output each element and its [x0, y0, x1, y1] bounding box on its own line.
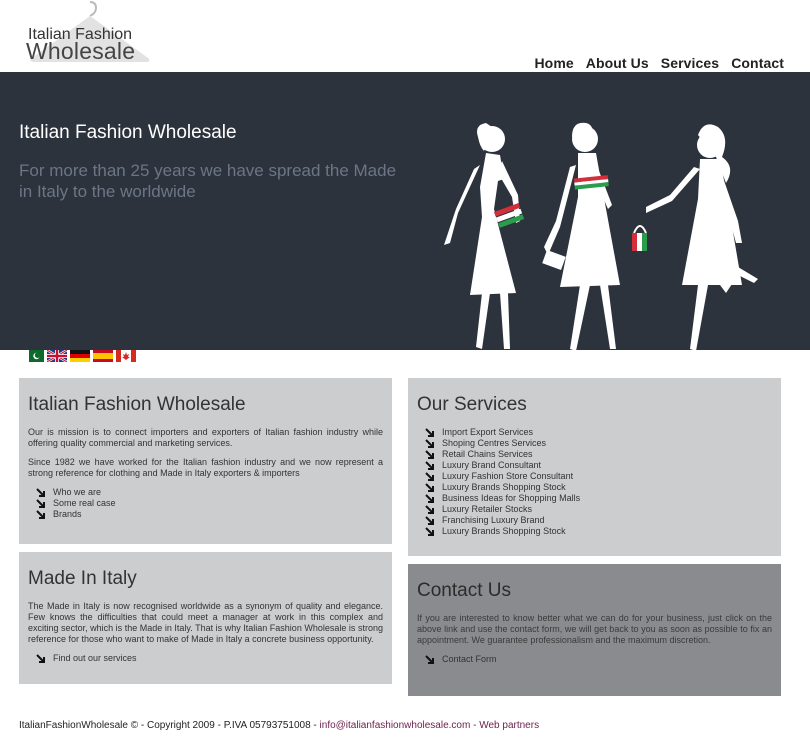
hero-subtitle: For more than 25 years we have spread th… — [19, 161, 397, 201]
contact-paragraph: If you are interested to know better wha… — [417, 613, 772, 645]
arrow-down-right-icon — [425, 654, 434, 664]
arrow-down-right-icon — [36, 509, 45, 519]
nav-services[interactable]: Services — [661, 55, 719, 71]
nav-home[interactable]: Home — [534, 55, 573, 71]
service-link[interactable]: Luxury Brands Shopping Stock — [425, 526, 772, 537]
arrow-down-right-icon — [425, 427, 434, 437]
contact-links: Contact Form — [425, 654, 772, 665]
arrow-down-right-icon — [425, 471, 434, 481]
arrow-down-right-icon — [425, 482, 434, 492]
link-brands[interactable]: Brands — [36, 509, 383, 520]
contact-title: Contact Us — [417, 580, 511, 601]
intro-links: Who we are Some real case Brands — [36, 487, 383, 520]
footer-copyright: ItalianFashionWholesale © - Copyright 20… — [19, 720, 320, 731]
arrow-down-right-icon — [425, 438, 434, 448]
hero-title: Italian Fashion Wholesale — [19, 122, 237, 143]
arrow-down-right-icon — [425, 449, 434, 459]
intro-paragraph-1: Our is mission is to connect importers a… — [28, 427, 383, 448]
arrow-down-right-icon — [36, 653, 45, 663]
service-link[interactable]: Business Ideas for Shopping Malls — [425, 493, 772, 504]
pakistan-flag-icon[interactable] — [24, 350, 44, 362]
contact-box: Contact Us If you are interested to know… — [408, 564, 781, 696]
service-link[interactable]: Luxury Fashion Store Consultant — [425, 471, 772, 482]
made-in-italy-box: Made In Italy The Made in Italy is now r… — [19, 552, 392, 684]
arrow-down-right-icon — [425, 515, 434, 525]
arrow-down-right-icon — [36, 487, 45, 497]
link-who-we-are[interactable]: Who we are — [36, 487, 383, 498]
intro-paragraph-2: Since 1982 we have worked for the Italia… — [28, 457, 383, 478]
arrow-down-right-icon — [425, 526, 434, 536]
hero-banner: Italian Fashion Wholesale For more than … — [0, 72, 810, 350]
service-link[interactable]: Franchising Luxury Brand — [425, 515, 772, 526]
link-some-real-case[interactable]: Some real case — [36, 498, 383, 509]
link-find-out-services[interactable]: Find out our services — [36, 653, 383, 664]
arrow-down-right-icon — [425, 504, 434, 514]
service-link[interactable]: Luxury Brands Shopping Stock — [425, 482, 772, 493]
italian-flag-bag-1 — [493, 203, 525, 228]
footer: ItalianFashionWholesale © - Copyright 20… — [19, 720, 539, 731]
language-flags — [24, 350, 136, 362]
main-nav: Home About Us Services Contact — [534, 55, 784, 71]
footer-email-link[interactable]: info@italianfashionwholesale.com — [320, 720, 471, 731]
site-logo[interactable]: Italian Fashion Wholesale — [24, 0, 154, 66]
spain-flag-icon[interactable] — [93, 350, 113, 362]
logo-line2: Wholesale — [26, 38, 136, 64]
service-link[interactable]: Luxury Retailer Stocks — [425, 504, 772, 515]
services-box: Our Services Import Export Services Shop… — [408, 378, 781, 556]
service-link[interactable]: Import Export Services — [425, 427, 772, 438]
arrow-down-right-icon — [36, 498, 45, 508]
service-link[interactable]: Shoping Centres Services — [425, 438, 772, 449]
made-in-italy-title: Made In Italy — [28, 568, 137, 589]
header: Italian Fashion Wholesale Home About Us … — [0, 0, 810, 72]
intro-title: Italian Fashion Wholesale — [28, 394, 246, 415]
service-link[interactable]: Luxury Brand Consultant — [425, 460, 772, 471]
arrow-down-right-icon — [425, 493, 434, 503]
made-in-italy-links: Find out our services — [36, 653, 383, 664]
canada-flag-icon[interactable] — [116, 350, 136, 362]
arrow-down-right-icon — [425, 460, 434, 470]
nav-about-us[interactable]: About Us — [586, 55, 649, 71]
women-silhouettes-image — [444, 122, 758, 350]
nav-contact[interactable]: Contact — [731, 55, 784, 71]
services-title: Our Services — [417, 394, 527, 415]
made-in-italy-paragraph: The Made in Italy is now recognised worl… — [28, 601, 383, 644]
germany-flag-icon[interactable] — [70, 350, 90, 362]
services-links: Import Export Services Shoping Centres S… — [425, 427, 772, 537]
footer-separator: - — [470, 720, 480, 731]
italian-flag-bag-3 — [632, 225, 647, 251]
intro-box: Italian Fashion Wholesale Our is mission… — [19, 378, 392, 544]
service-link[interactable]: Retail Chains Services — [425, 449, 772, 460]
uk-flag-icon[interactable] — [47, 350, 67, 362]
link-contact-form[interactable]: Contact Form — [425, 654, 772, 665]
footer-web-partners-link[interactable]: Web partners — [479, 720, 539, 731]
